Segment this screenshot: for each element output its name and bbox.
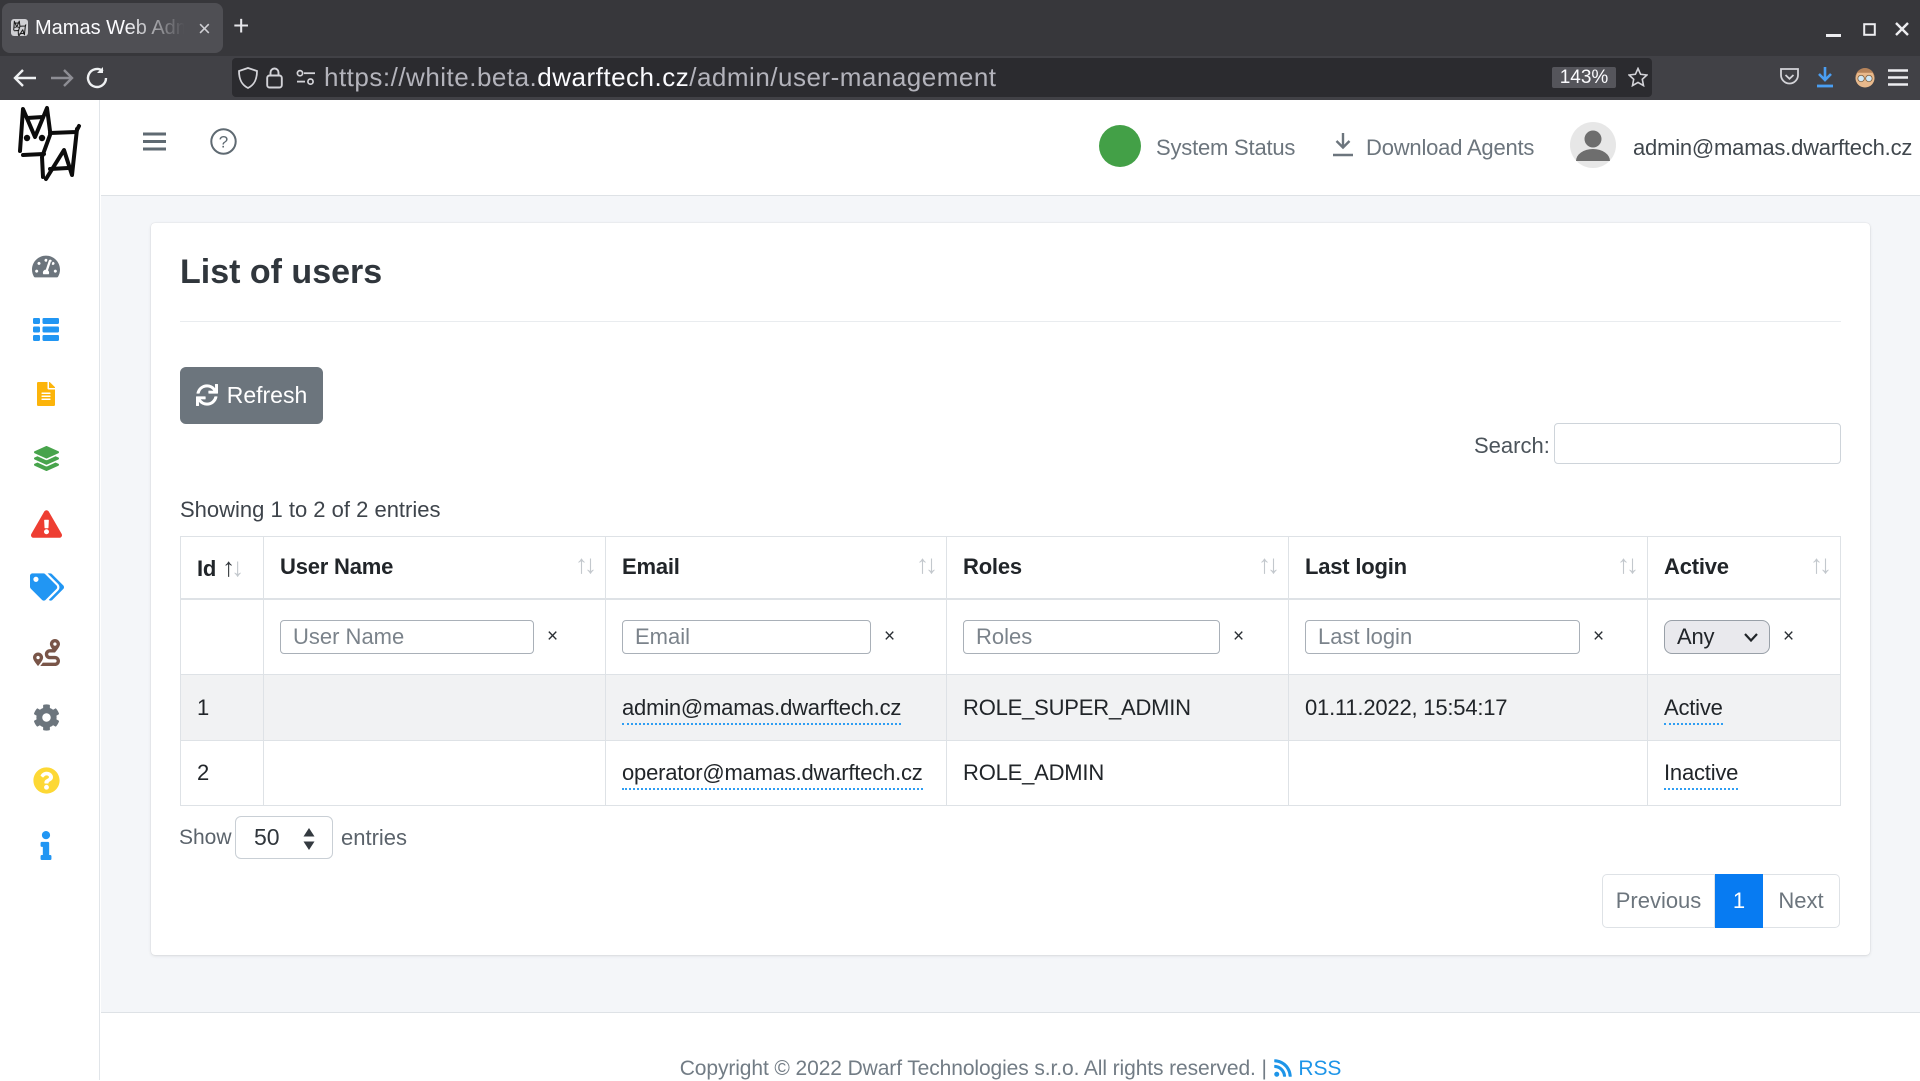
svg-text:?: ? [219, 133, 228, 152]
